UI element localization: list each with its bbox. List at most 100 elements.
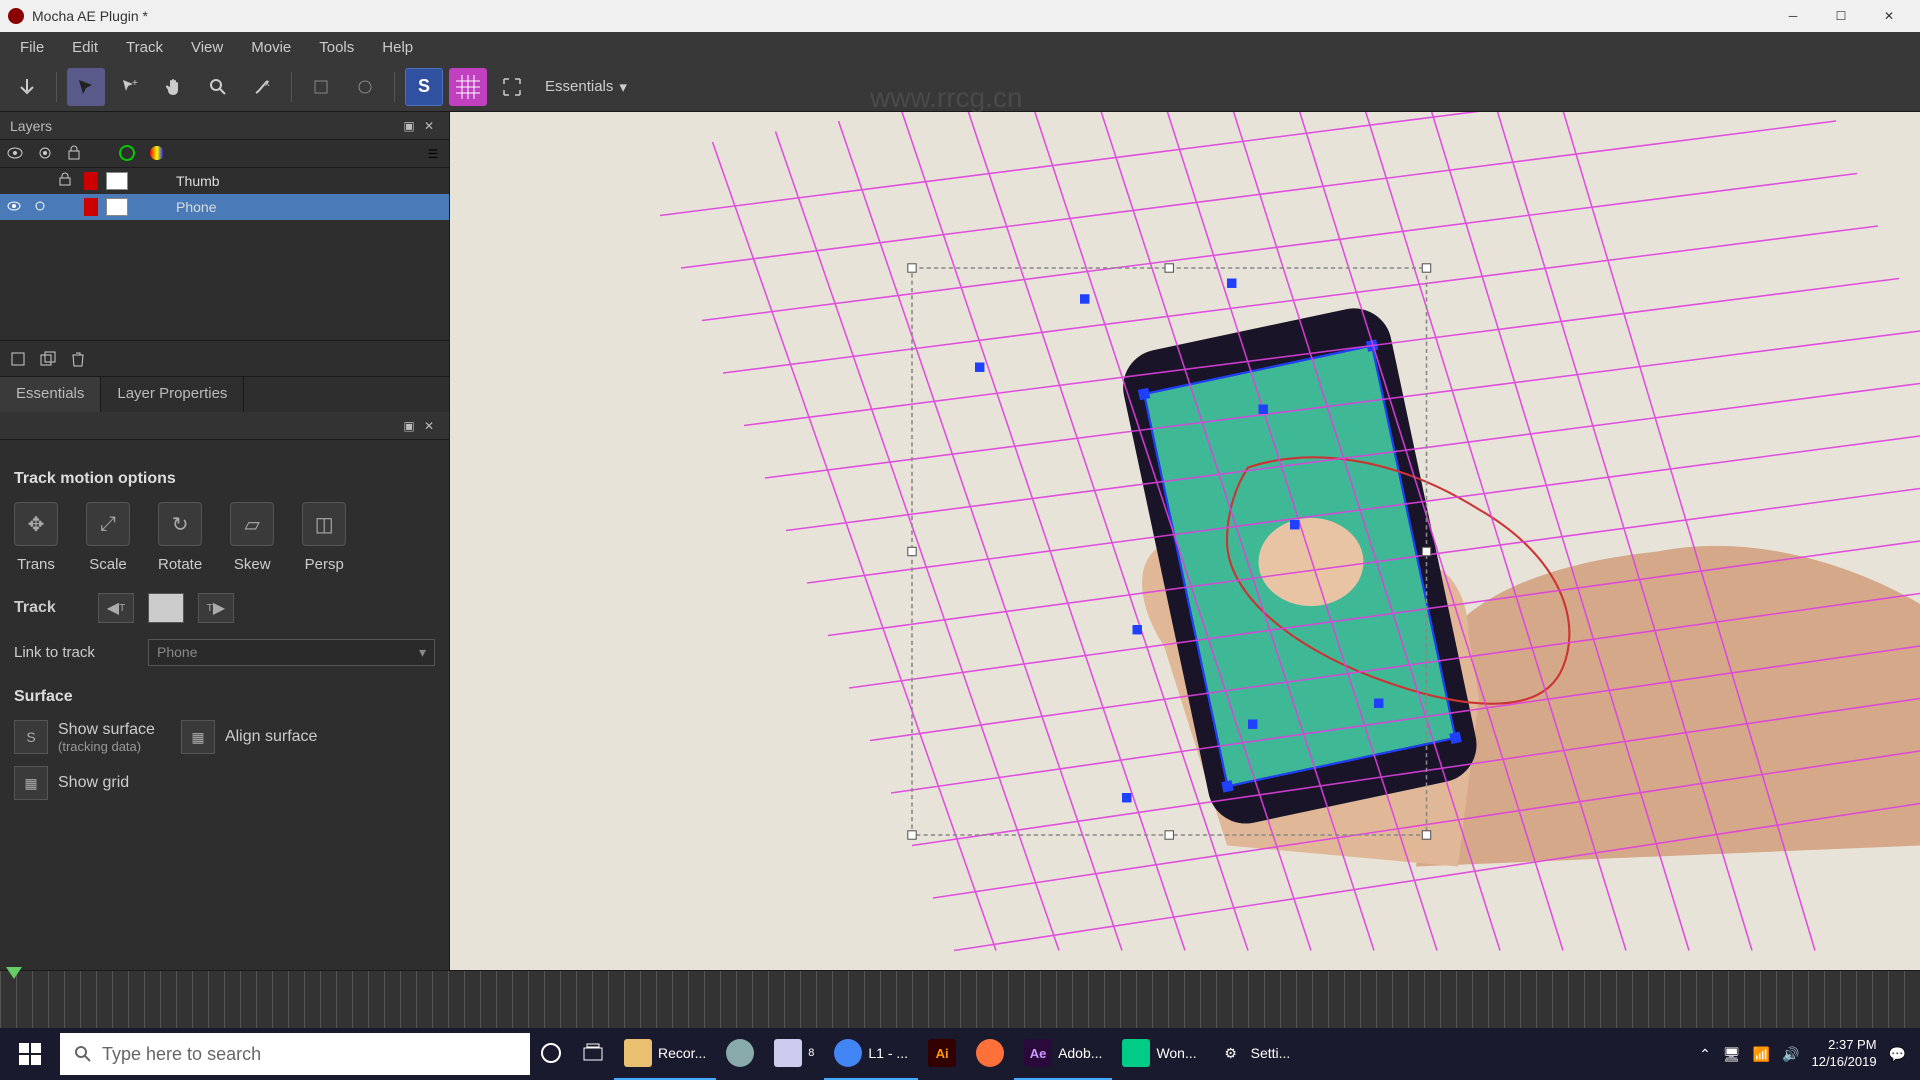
link-to-track-dropdown[interactable]: Phone▾ xyxy=(148,639,435,666)
layer-buttons xyxy=(0,340,449,376)
track-label: Track xyxy=(14,599,84,617)
delete-layer-button[interactable] xyxy=(68,349,88,369)
workspace-dropdown[interactable]: Essentials▾ xyxy=(537,74,635,100)
layer-row-thumb[interactable]: Thumb xyxy=(0,168,449,194)
tray-chevron-icon[interactable]: ⌃ xyxy=(1699,1046,1711,1063)
search-placeholder: Type here to search xyxy=(102,1044,261,1065)
maximize-button[interactable]: ☐ xyxy=(1818,0,1864,32)
cortana-button[interactable] xyxy=(530,1028,572,1080)
chevron-down-icon: ▾ xyxy=(419,644,426,661)
menu-file[interactable]: File xyxy=(8,35,56,60)
rect-tool[interactable] xyxy=(302,68,340,106)
layer-matte-swatch[interactable] xyxy=(106,198,128,216)
start-button[interactable] xyxy=(0,1028,60,1080)
svg-text:x: x xyxy=(265,78,270,88)
menu-track[interactable]: Track xyxy=(114,35,175,60)
track-opt-skew[interactable]: ▱Skew xyxy=(230,502,274,573)
gear-toggle[interactable] xyxy=(32,198,50,216)
system-tray[interactable]: ⌃ 🖥 📶 🔊 2:37 PM 12/16/2019 💬 xyxy=(1685,1037,1920,1071)
show-grid-toggle[interactable]: ▦ Show grid xyxy=(14,766,129,800)
grid-tool[interactable] xyxy=(449,68,487,106)
layer-color-swatch[interactable] xyxy=(84,198,98,216)
visibility-toggle[interactable] xyxy=(6,172,24,190)
panel-undock-button[interactable]: ▣ xyxy=(399,416,419,436)
playhead[interactable] xyxy=(6,967,22,979)
taskbar-item-illustrator[interactable]: Ai xyxy=(918,1028,966,1080)
menu-edit[interactable]: Edit xyxy=(60,35,110,60)
lock-toggle[interactable] xyxy=(58,198,76,216)
track-opt-rotate[interactable]: ↻Rotate xyxy=(158,502,202,573)
circle-tool[interactable] xyxy=(346,68,384,106)
track-opt-persp[interactable]: ◫Persp xyxy=(302,502,346,573)
layers-menu-button[interactable]: ☰ xyxy=(423,144,443,164)
taskbar-item-chrome[interactable]: L1 - ... xyxy=(824,1028,918,1080)
timeline-ruler[interactable] xyxy=(0,971,1920,1031)
track-opt-label: Scale xyxy=(89,556,127,573)
track-opt-trans[interactable]: ✥Trans xyxy=(14,502,58,573)
taskbar-item-settings[interactable]: ⚙Setti... xyxy=(1207,1028,1301,1080)
track-stop-button[interactable] xyxy=(148,593,184,623)
matte-color-icon[interactable] xyxy=(148,144,168,164)
menu-tools[interactable]: Tools xyxy=(307,35,366,60)
close-button[interactable]: ✕ xyxy=(1866,0,1912,32)
tray-volume-icon[interactable]: 🔊 xyxy=(1782,1046,1799,1063)
tab-essentials[interactable]: Essentials xyxy=(0,377,101,412)
taskbar-item-wondershare[interactable]: Won... xyxy=(1112,1028,1206,1080)
canvas[interactable] xyxy=(450,112,1920,970)
taskbar-item-recorder[interactable]: Recor... xyxy=(614,1028,716,1080)
track-opt-label: Persp xyxy=(305,556,344,573)
show-grid-label: Show grid xyxy=(58,774,129,792)
track-backward-button[interactable]: ◀T xyxy=(98,593,134,623)
save-tool[interactable] xyxy=(8,68,46,106)
notifications-icon[interactable]: 💬 xyxy=(1889,1046,1906,1063)
menu-movie[interactable]: Movie xyxy=(239,35,303,60)
panel-close-button[interactable]: ✕ xyxy=(419,416,439,436)
track-opt-label: Rotate xyxy=(158,556,202,573)
hand-tool[interactable] xyxy=(155,68,193,106)
tray-network-icon[interactable]: 📶 xyxy=(1753,1046,1770,1063)
taskbar-item-app2[interactable] xyxy=(716,1028,764,1080)
layer-color-swatch[interactable] xyxy=(84,172,98,190)
gear-column-icon[interactable] xyxy=(36,144,56,164)
viewport[interactable]: www.rrcg.cn xyxy=(450,112,1920,970)
track-opt-scale[interactable]: ⤢Scale xyxy=(86,502,130,573)
surface-tool[interactable]: S xyxy=(405,68,443,106)
spline-color-icon[interactable] xyxy=(118,144,138,164)
show-surface-toggle[interactable]: S Show surface(tracking data) xyxy=(14,720,155,754)
menu-view[interactable]: View xyxy=(179,35,235,60)
tab-layer-properties[interactable]: Layer Properties xyxy=(101,377,244,412)
link-to-track-label: Link to track xyxy=(14,644,134,661)
lock-toggle[interactable] xyxy=(58,172,76,190)
search-box[interactable]: Type here to search xyxy=(60,1033,530,1075)
timeline[interactable] xyxy=(0,970,1920,1030)
xspline-tool[interactable]: x xyxy=(243,68,281,106)
lock-column-icon[interactable] xyxy=(66,144,86,164)
minimize-button[interactable]: ─ xyxy=(1770,0,1816,32)
visibility-column-icon[interactable] xyxy=(6,144,26,164)
task-view-button[interactable] xyxy=(572,1028,614,1080)
layer-row-phone[interactable]: Phone xyxy=(0,194,449,220)
title-bar: Mocha AE Plugin * ─ ☐ ✕ xyxy=(0,0,1920,32)
expand-tool[interactable] xyxy=(493,68,531,106)
clock[interactable]: 2:37 PM 12/16/2019 xyxy=(1811,1037,1876,1071)
gear-toggle[interactable] xyxy=(32,172,50,190)
taskbar-item-after-effects[interactable]: AeAdob... xyxy=(1014,1028,1112,1080)
separator xyxy=(291,72,292,102)
new-layer-button[interactable] xyxy=(8,349,28,369)
add-point-tool[interactable]: + xyxy=(111,68,149,106)
panel-close-button[interactable]: ✕ xyxy=(419,116,439,136)
layers-panel-header: Layers ▣ ✕ xyxy=(0,112,449,140)
menu-help[interactable]: Help xyxy=(370,35,425,60)
align-surface-button[interactable]: ▦ Align surface xyxy=(181,720,318,754)
layer-matte-swatch[interactable] xyxy=(106,172,128,190)
visibility-toggle[interactable] xyxy=(6,198,24,216)
track-forward-button[interactable]: T▶ xyxy=(198,593,234,623)
duplicate-layer-button[interactable] xyxy=(38,349,58,369)
zoom-tool[interactable] xyxy=(199,68,237,106)
panel-undock-button[interactable]: ▣ xyxy=(399,116,419,136)
layers-title: Layers xyxy=(10,118,52,134)
select-tool[interactable] xyxy=(67,68,105,106)
taskbar-item-mail[interactable]: 8 xyxy=(764,1028,824,1080)
tray-display-icon[interactable]: 🖥 xyxy=(1723,1046,1741,1063)
taskbar-item-firefox[interactable] xyxy=(966,1028,1014,1080)
